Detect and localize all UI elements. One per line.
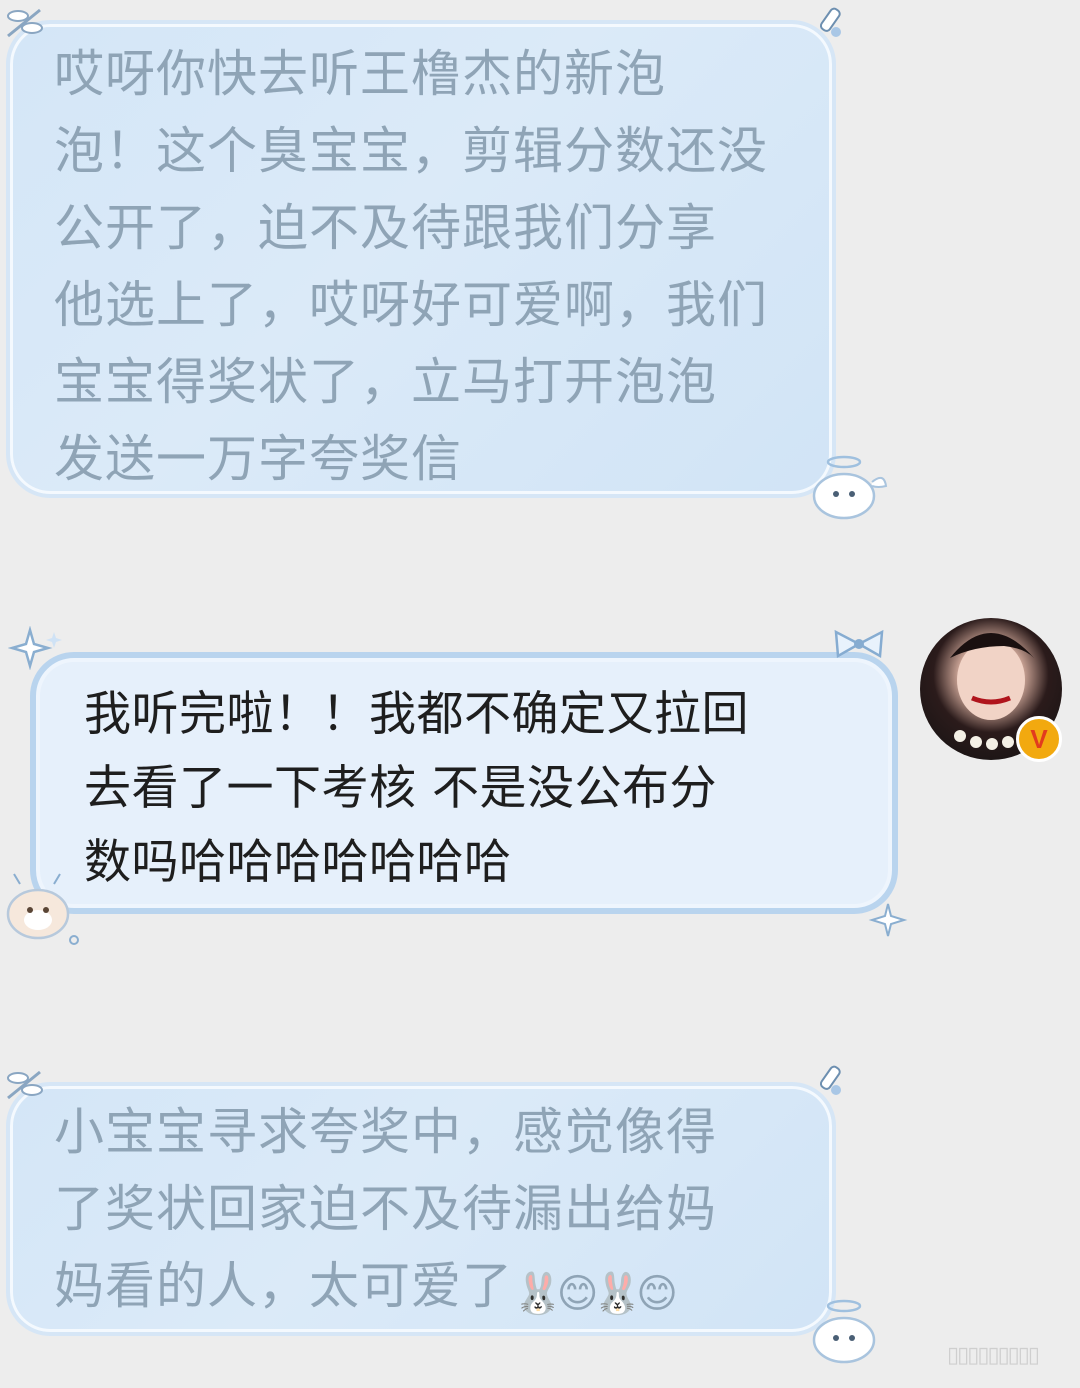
message-bubble-3[interactable]: 小宝宝寻求夸奖中，感觉像得 了奖状回家迫不及待漏出给妈 妈看的人，太可爱了🐰😊🐰… — [6, 1082, 836, 1336]
bottle-icon-2 — [819, 1065, 841, 1095]
message-text-2: 我听完啦！！我都不确定又拉回 去看了一下考核 不是没公布分 数吗哈哈哈哈哈哈哈 — [84, 687, 749, 890]
angel-pet-icon-2 — [812, 1299, 876, 1364]
watermark: ▯▯▯▯▯▯▯▯▯ — [947, 1343, 1040, 1368]
verified-badge: V — [1016, 716, 1062, 762]
angel-pet-icon — [812, 455, 888, 520]
sparkle-icon — [8, 626, 62, 670]
message-text-1: 哎呀你快去听王橹杰的新泡 泡！这个臭宝宝，剪辑分数还没 公开了，迫不及待跟我们分… — [54, 45, 768, 488]
dragonfly-icon — [7, 8, 43, 38]
dragonfly-icon-2 — [7, 1070, 43, 1100]
message-bubble-1[interactable]: 哎呀你快去听王橹杰的新泡 泡！这个臭宝宝，剪辑分数还没 公开了，迫不及待跟我们分… — [6, 20, 836, 498]
message-bubble-2[interactable]: 我听完啦！！我都不确定又拉回 去看了一下考核 不是没公布分 数吗哈哈哈哈哈哈哈 — [30, 652, 898, 914]
bottle-icon — [819, 7, 841, 37]
ribbon-bow-icon — [834, 629, 884, 659]
sparkle-small-icon — [868, 903, 908, 937]
message-text-3: 小宝宝寻求夸奖中，感觉像得 了奖状回家迫不及待漏出给妈 妈看的人，太可爱了🐰😊🐰… — [54, 1094, 717, 1333]
deer-pet-icon — [6, 873, 79, 945]
bunny-smile-emoji: 🐰😊🐰😊 — [513, 1271, 678, 1317]
